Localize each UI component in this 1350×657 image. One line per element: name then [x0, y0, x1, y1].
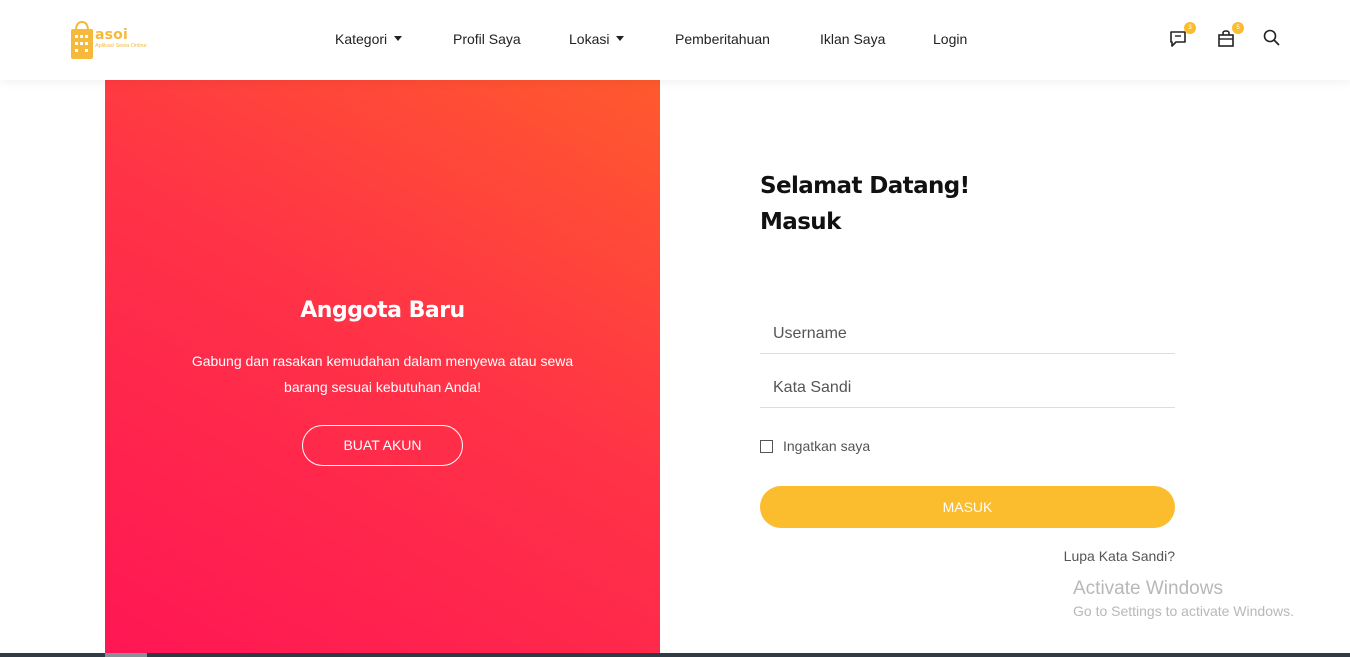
signup-panel: Anggota Baru Gabung dan rasakan kemudaha… [105, 80, 660, 657]
forgot-password-link[interactable]: Lupa Kata Sandi? [1000, 548, 1175, 564]
caret-down-icon [616, 36, 625, 41]
remember-checkbox[interactable] [760, 439, 773, 453]
nav-item-pemberitahuan[interactable]: Pemberitahuan [675, 31, 770, 47]
nav-item-kategori[interactable]: Kategori [335, 31, 403, 47]
main-nav: Kategori Profil Saya Lokasi Pemberitahua… [0, 31, 1350, 51]
remember-label: Ingatkan saya [783, 438, 871, 454]
signup-description: Gabung dan rasakan kemudahan dalam menye… [191, 353, 574, 395]
activate-windows-subtitle: Go to Settings to activate Windows. [1073, 603, 1294, 619]
cart-count-badge: 5 [1232, 22, 1244, 34]
chat-button[interactable]: 3 [1168, 22, 1196, 50]
nav-item-profil-saya[interactable]: Profil Saya [453, 31, 521, 47]
activate-windows-title: Activate Windows [1073, 578, 1223, 599]
login-submit-button[interactable]: MASUK [760, 486, 1175, 528]
horizontal-scrollbar[interactable] [0, 653, 1350, 657]
login-title: Masuk [760, 209, 841, 235]
nav-item-label: Kategori [335, 31, 388, 47]
nav-item-label: Iklan Saya [820, 31, 886, 47]
scrollbar-thumb[interactable] [105, 653, 147, 657]
nav-item-label: Profil Saya [453, 31, 521, 47]
nav-item-label: Login [933, 31, 968, 47]
search-button[interactable] [1262, 28, 1284, 50]
password-input[interactable] [760, 368, 1175, 407]
nav-item-iklan-saya[interactable]: Iklan Saya [820, 31, 885, 47]
site-header: asoi Aplikasi Sewa Online Kategori Profi… [0, 0, 1350, 80]
nav-item-login[interactable]: Login [933, 31, 967, 47]
create-account-button[interactable]: BUAT AKUN [302, 425, 463, 466]
password-field [760, 368, 1175, 408]
search-icon [1263, 29, 1280, 46]
username-input[interactable] [760, 314, 1175, 353]
cart-button[interactable]: 5 [1216, 22, 1244, 50]
nav-item-lokasi[interactable]: Lokasi [569, 31, 625, 47]
nav-item-label: Lokasi [569, 31, 610, 47]
login-heading: Selamat Datang! Masuk [760, 168, 970, 240]
username-field [760, 314, 1175, 354]
chat-count-badge: 3 [1184, 22, 1196, 34]
welcome-text: Selamat Datang! [760, 173, 970, 199]
remember-me[interactable]: Ingatkan saya [760, 437, 870, 455]
nav-item-label: Pemberitahuan [675, 31, 770, 47]
signup-title: Anggota Baru [300, 298, 465, 323]
caret-down-icon [394, 36, 403, 41]
